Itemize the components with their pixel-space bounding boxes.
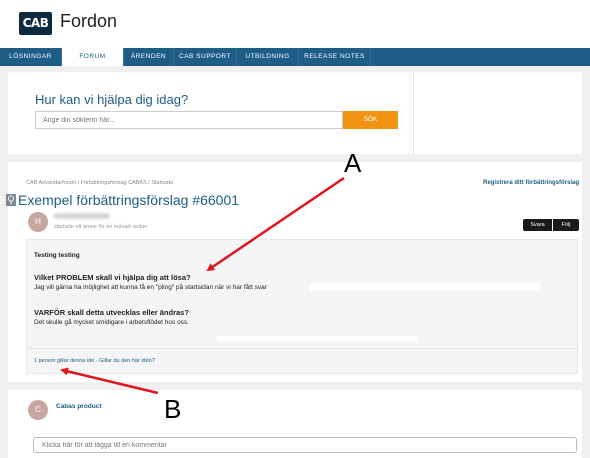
comment-input[interactable] [33,437,577,453]
comments-section: C Cabas product [8,390,582,458]
nav-losningar[interactable]: LÖSNINGAR [0,48,62,66]
lightbulb-icon [6,194,16,206]
hero-title: Hur kan vi hjälpa dig idag? [35,92,189,107]
question-why: VARFÖR skall detta utvecklas eller ändra… [34,308,189,317]
cab-logo[interactable]: CAB [19,12,52,35]
author-meta: startade ett ämne för en månad sedan [54,224,148,230]
avatar[interactable]: C [28,400,48,420]
question-problem: Vilket PROBLEM skall vi hjälpa dig att l… [34,273,191,282]
reply-button[interactable]: Svara [523,219,552,231]
follow-button[interactable]: Följ [553,219,579,231]
nav-forum[interactable]: FORUM [62,48,124,66]
idea-panel: CAB Användarforum / Förbättringsförslag … [6,162,582,382]
breadcrumb[interactable]: CAB Användarforum / Förbättringsförslag … [26,180,173,186]
redaction-strip [217,336,417,341]
answer-why: Det skulle gå mycket smidigare i arbetsf… [34,319,189,326]
top-header: CAB Fordon [0,0,590,48]
post-heading: Testing testing [34,252,80,259]
answer-problem: Jag vill gärna ha möjlighet att kunna få… [34,284,267,291]
annotation-label-a: A [344,148,362,178]
divider [27,348,579,349]
app-title: Fordon [60,11,118,31]
search-hero: Hur kan vi hjälpa dig idag? SÖK [8,72,582,154]
redaction-strip [310,283,540,291]
search-button[interactable]: SÖK [343,111,398,129]
search-input[interactable] [35,111,343,129]
nav-release-notes[interactable]: RELEASE NOTES [299,48,371,66]
annotation-label-b: B [164,394,182,424]
likes-link[interactable]: 1 person gillar denna idé · Gillar du de… [34,358,155,364]
register-idea-link[interactable]: Registrera ditt förbättringsförslag [483,180,579,186]
hero-divider [413,72,414,154]
idea-title: Exempel förbättringsförslag #66001 [18,192,240,208]
comment-author[interactable]: Cabas product [56,403,102,410]
nav-cab-support[interactable]: CAB SUPPORT [174,48,237,66]
nav-arenden[interactable]: ÄRENDEN [124,48,174,66]
main-nav: LÖSNINGAR FORUM ÄRENDEN CAB SUPPORT UTBI… [0,48,590,66]
post-body: Testing testing Vilket PROBLEM skall vi … [26,239,579,374]
author-name-redacted[interactable] [54,213,110,219]
nav-utbildning[interactable]: UTBILDNING [237,48,299,66]
avatar[interactable]: H [28,212,48,232]
